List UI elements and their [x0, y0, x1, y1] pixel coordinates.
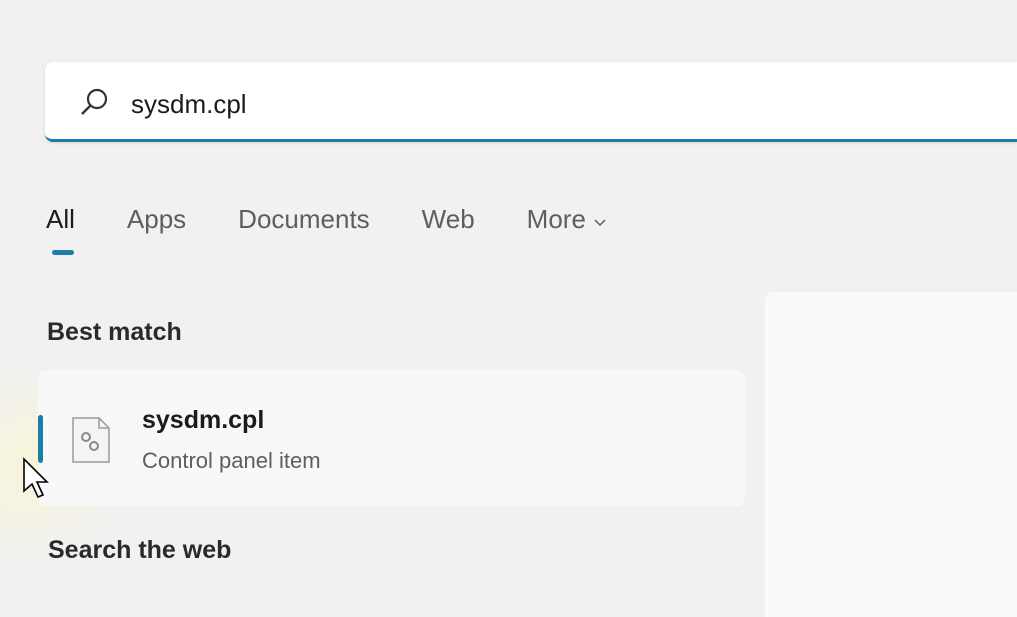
search-icon — [81, 88, 108, 115]
selection-indicator — [38, 415, 43, 463]
tab-more[interactable]: More — [527, 204, 607, 235]
chevron-down-icon — [594, 219, 606, 227]
tab-all[interactable]: All — [46, 204, 75, 255]
tab-web[interactable]: Web — [422, 204, 475, 235]
control-panel-file-icon — [72, 417, 110, 463]
tab-more-label: More — [526, 204, 586, 234]
result-title: sysdm.cpl — [142, 406, 265, 434]
preview-pane — [765, 292, 1017, 617]
search-web-heading: Search the web — [48, 536, 232, 564]
best-match-heading: Best match — [47, 318, 182, 346]
mouse-cursor-icon — [23, 457, 49, 499]
tab-apps[interactable]: Apps — [127, 204, 186, 235]
search-box[interactable]: sysdm.cpl — [45, 62, 1017, 142]
filter-tabs: All Apps Documents Web More — [46, 204, 659, 255]
tab-documents[interactable]: Documents — [238, 204, 370, 235]
search-input[interactable]: sysdm.cpl — [131, 89, 247, 120]
best-match-result[interactable]: sysdm.cpl Control panel item — [38, 370, 745, 506]
result-subtitle: Control panel item — [142, 448, 321, 473]
